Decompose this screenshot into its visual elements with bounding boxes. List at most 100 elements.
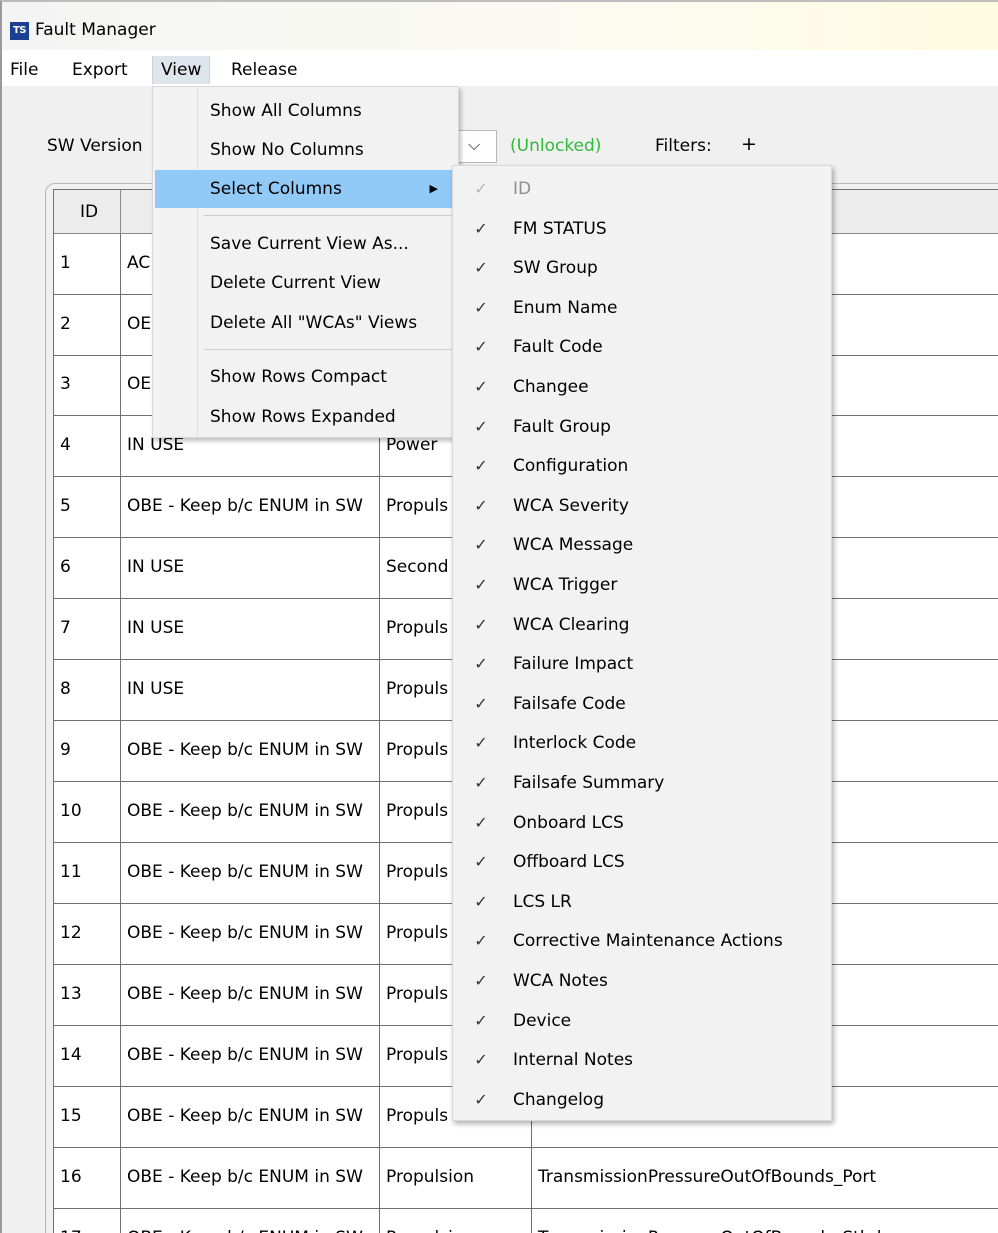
column-toggle-item[interactable]: ✓ WCA Clearing <box>453 608 831 647</box>
view-menu-dropdown: Show All Columns Show No Columns Select Co… <box>152 86 459 438</box>
table-cell[interactable]: 11 <box>54 843 121 904</box>
table-cell[interactable]: 15 <box>54 1087 121 1148</box>
table-cell[interactable]: 13 <box>54 965 121 1026</box>
table-cell[interactable]: OBE - Keep b/c ENUM in SW <box>121 477 380 538</box>
column-toggle-item[interactable]: ✓ Corrective Maintenance Actions <box>453 924 831 963</box>
table-cell[interactable]: 14 <box>54 1026 121 1087</box>
column-toggle-item[interactable]: ✓ Failsafe Code <box>453 687 831 726</box>
column-toggle-label: Offboard LCS <box>513 852 625 873</box>
title-bar: TS Fault Manager <box>2 2 998 50</box>
column-toggle-item[interactable]: ✓ WCA Notes <box>453 964 831 1003</box>
checkmark-icon: ✓ <box>474 931 488 951</box>
column-toggle-label: Changelog <box>513 1089 605 1110</box>
table-cell[interactable]: 16 <box>54 1148 121 1209</box>
view-menu-item-label: Delete Current View <box>210 273 381 293</box>
table-cell[interactable]: Propulsion <box>380 1148 532 1209</box>
column-toggle-item[interactable]: ✓ FM STATUS <box>453 212 831 251</box>
view-menu-item[interactable]: Show No Columns <box>155 131 456 169</box>
menu-bar: File Export View Release <box>2 50 998 86</box>
column-toggle-item[interactable]: ✓ Failure Impact <box>453 647 831 686</box>
table-cell[interactable]: OBE - Keep b/c ENUM in SW <box>121 1148 380 1209</box>
window-title: Fault Manager <box>35 20 156 40</box>
menu-separator <box>203 349 454 350</box>
submenu-arrow-icon: ▶ <box>429 182 438 195</box>
sw-version-label: SW Version <box>47 136 143 156</box>
table-cell[interactable]: 8 <box>54 660 121 721</box>
table-cell[interactable]: OBE - Keep b/c ENUM in SW <box>121 721 380 782</box>
column-toggle-item[interactable]: ✓ Changelog <box>453 1083 831 1122</box>
column-toggle-item[interactable]: ✓ WCA Severity <box>453 489 831 528</box>
menu-view[interactable]: View <box>152 56 211 84</box>
checkmark-icon: ✓ <box>474 852 488 872</box>
table-cell[interactable]: 9 <box>54 721 121 782</box>
view-menu-item[interactable]: Delete Current View <box>155 264 456 302</box>
table-cell[interactable]: 5 <box>54 477 121 538</box>
column-toggle-label: SW Group <box>513 258 598 279</box>
column-toggle-item[interactable]: ✓ SW Group <box>453 251 831 290</box>
sw-version-dropdown[interactable]: ⌵ <box>454 130 497 163</box>
column-toggle-item[interactable]: ✓ Failsafe Summary <box>453 766 831 805</box>
checkmark-icon: ✓ <box>474 1010 488 1030</box>
table-cell[interactable]: OBE - Keep b/c ENUM in SW <box>121 965 380 1026</box>
table-cell[interactable]: OBE - Keep b/c ENUM in SW <box>121 782 380 843</box>
column-toggle-item[interactable]: ✓ Interlock Code <box>453 726 831 765</box>
table-cell[interactable]: 12 <box>54 904 121 965</box>
table-cell[interactable]: OBE - Keep b/c ENUM in SW <box>121 1026 380 1087</box>
table-cell[interactable]: 7 <box>54 599 121 660</box>
checkmark-icon: ✓ <box>474 773 488 792</box>
table-cell[interactable]: OBE - Keep b/c ENUM in SW <box>121 1209 380 1233</box>
table-cell[interactable]: IN USE <box>121 599 380 660</box>
view-menu-item-label: Select Columns <box>210 179 342 199</box>
checkmark-icon: ✓ <box>474 733 488 753</box>
column-header[interactable]: ID <box>54 190 121 234</box>
checkmark-icon: ✓ <box>474 218 488 238</box>
column-toggle-item[interactable]: ✓ Device <box>453 1004 831 1043</box>
view-menu-item[interactable]: Show Rows Compact <box>155 358 456 396</box>
column-toggle-item[interactable]: ✓ WCA Message <box>453 528 831 567</box>
column-toggle-item[interactable]: ✓ Offboard LCS <box>453 845 831 884</box>
table-cell[interactable]: 10 <box>54 782 121 843</box>
view-menu-item[interactable]: Show All Columns <box>155 92 456 130</box>
table-cell[interactable]: 1 <box>54 234 121 295</box>
column-toggle-item[interactable]: ✓ Changee <box>453 370 831 409</box>
checkmark-icon: ✓ <box>474 297 488 317</box>
view-menu-item-label: Show Rows Compact <box>210 367 387 387</box>
column-toggle-item[interactable]: ✓ LCS LR <box>453 885 831 924</box>
column-toggle-item[interactable]: ✓ Configuration <box>453 449 831 488</box>
table-cell[interactable]: OBE - Keep b/c ENUM in SW <box>121 904 380 965</box>
column-toggle-label: LCS LR <box>513 891 572 912</box>
column-toggle-item[interactable]: ✓ Fault Group <box>453 410 831 449</box>
menu-release[interactable]: Release <box>223 56 305 84</box>
table-cell[interactable]: IN USE <box>121 538 380 599</box>
table-cell[interactable]: 2 <box>54 295 121 356</box>
table-cell[interactable]: OBE - Keep b/c ENUM in SW <box>121 843 380 904</box>
table-cell[interactable]: TransmissionPressureOutOfBounds_Port <box>532 1148 998 1209</box>
view-menu-item[interactable]: Show Rows Expanded <box>155 398 456 436</box>
checkmark-icon: ✓ <box>474 456 488 476</box>
checkmark-icon: ✓ <box>474 495 488 515</box>
filters-label: Filters: <box>655 136 712 156</box>
table-cell[interactable]: OBE - Keep b/c ENUM in SW <box>121 1087 380 1148</box>
view-menu-item[interactable]: Select Columns ▶ <box>155 170 456 208</box>
add-filter-button[interactable]: + <box>741 133 757 155</box>
column-toggle-item[interactable]: ✓ Internal Notes <box>453 1043 831 1082</box>
view-menu-item[interactable]: Save Current View As... <box>155 225 456 263</box>
view-menu-item[interactable]: Delete All "WCAs" Views <box>155 304 456 342</box>
checkmark-icon: ✓ <box>474 654 488 674</box>
table-cell[interactable]: 4 <box>54 416 121 477</box>
table-cell[interactable]: 6 <box>54 538 121 599</box>
table-cell[interactable]: Propulsion <box>380 1209 532 1233</box>
table-cell[interactable]: TransmissionPressureOutOfBounds_Stbd <box>532 1209 998 1233</box>
select-columns-submenu: ✓ ID ✓ FM STATUS ✓ SW Group ✓ Enum Name ✓ Fault C… <box>452 165 832 1121</box>
column-toggle-item[interactable]: ✓ Onboard LCS <box>453 806 831 845</box>
column-toggle-label: Device <box>513 1010 572 1031</box>
app-logo-icon: TS <box>10 22 29 40</box>
menu-export[interactable]: Export <box>64 56 136 84</box>
column-toggle-item[interactable]: ✓ Enum Name <box>453 291 831 330</box>
table-cell[interactable]: IN USE <box>121 660 380 721</box>
column-toggle-item[interactable]: ✓ WCA Trigger <box>453 568 831 607</box>
menu-file[interactable]: File <box>2 56 46 84</box>
table-cell[interactable]: 17 <box>54 1209 121 1233</box>
column-toggle-item[interactable]: ✓ Fault Code <box>453 330 831 369</box>
table-cell[interactable]: 3 <box>54 355 121 416</box>
